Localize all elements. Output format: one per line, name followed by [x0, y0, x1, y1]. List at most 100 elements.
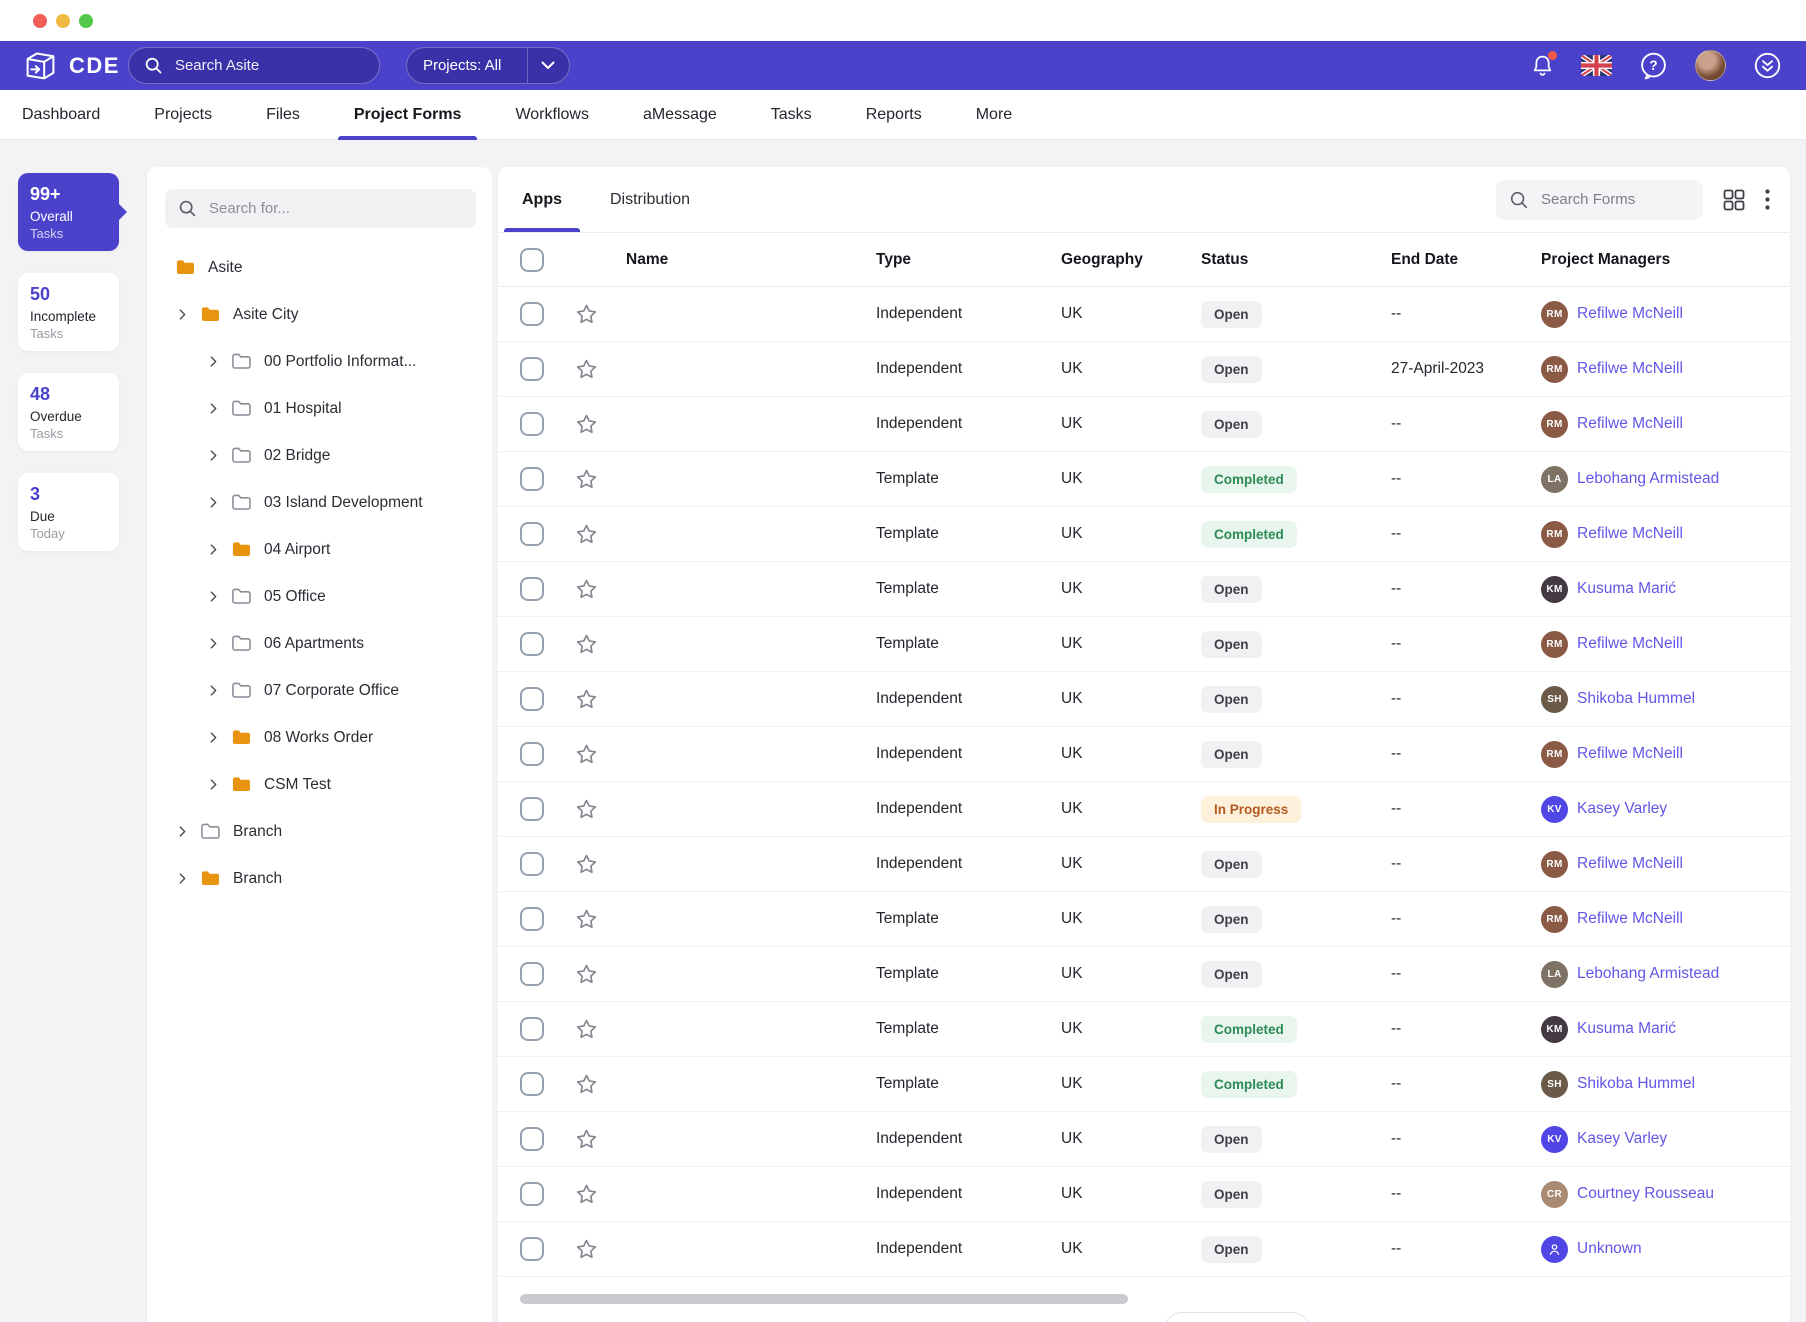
task-stat-overdue-tasks[interactable]: 48 Overdue Tasks — [18, 373, 119, 451]
double-chevron-down-icon[interactable] — [1753, 51, 1782, 80]
nav-tab-project-forms[interactable]: Project Forms — [337, 90, 478, 140]
project-manager-link[interactable]: Refilwe McNeill — [1577, 635, 1683, 653]
kebab-menu-icon[interactable] — [1765, 189, 1770, 210]
task-stat-overall-tasks[interactable]: 99+ Overall Tasks — [18, 173, 127, 251]
tree-item-05-office[interactable]: 05 Office — [165, 573, 476, 620]
tree-item-02-bridge[interactable]: 02 Bridge — [165, 432, 476, 479]
star-icon[interactable] — [574, 1072, 626, 1097]
star-icon[interactable] — [574, 632, 626, 657]
global-search[interactable] — [127, 47, 380, 84]
tab-apps[interactable]: Apps — [504, 167, 580, 232]
project-manager-link[interactable]: Refilwe McNeill — [1577, 910, 1683, 928]
chevron-right-icon[interactable] — [176, 308, 189, 321]
language-flag-uk-icon[interactable] — [1581, 55, 1612, 76]
pagination-pill[interactable] — [1164, 1312, 1310, 1322]
project-manager-link[interactable]: Refilwe McNeill — [1577, 360, 1683, 378]
project-manager-link[interactable]: Courtney Rousseau — [1577, 1185, 1714, 1203]
chevron-right-icon[interactable] — [207, 637, 220, 650]
nav-tab-projects[interactable]: Projects — [138, 90, 228, 139]
star-icon[interactable] — [574, 797, 626, 822]
projects-filter-dropdown[interactable]: Projects: All — [405, 47, 570, 84]
chevron-right-icon[interactable] — [176, 825, 189, 838]
row-checkbox[interactable] — [520, 1237, 544, 1261]
nav-tab-more[interactable]: More — [960, 90, 1028, 139]
task-stat-incomplete-tasks[interactable]: 50 Incomplete Tasks — [18, 273, 119, 351]
star-icon[interactable] — [574, 1127, 626, 1152]
horizontal-scrollbar[interactable] — [504, 1294, 1784, 1304]
row-checkbox[interactable] — [520, 522, 544, 546]
star-icon[interactable] — [574, 1182, 626, 1207]
notifications-bell-icon[interactable] — [1531, 50, 1557, 79]
chevron-right-icon[interactable] — [207, 449, 220, 462]
tree-item-asite[interactable]: Asite — [165, 244, 476, 291]
nav-tab-tasks[interactable]: Tasks — [755, 90, 828, 139]
star-icon[interactable] — [574, 522, 626, 547]
select-all-checkbox[interactable] — [520, 247, 544, 272]
task-stat-due-today[interactable]: 3 Due Today — [18, 473, 119, 551]
row-checkbox[interactable] — [520, 1127, 544, 1151]
project-manager-link[interactable]: Unknown — [1577, 1240, 1642, 1258]
tree-item-branch[interactable]: Branch — [165, 808, 476, 855]
star-icon[interactable] — [574, 412, 626, 437]
project-manager-link[interactable]: Lebohang Armistead — [1577, 965, 1719, 983]
help-icon[interactable]: ? — [1639, 51, 1668, 80]
project-manager-link[interactable]: Lebohang Armistead — [1577, 470, 1719, 488]
star-icon[interactable] — [574, 302, 626, 327]
nav-tab-workflows[interactable]: Workflows — [499, 90, 605, 139]
row-checkbox[interactable] — [520, 467, 544, 491]
row-checkbox[interactable] — [520, 797, 544, 821]
nav-tab-files[interactable]: Files — [250, 90, 316, 139]
tree-item-07-corporate-office[interactable]: 07 Corporate Office — [165, 667, 476, 714]
grid-view-icon[interactable] — [1723, 189, 1745, 211]
project-manager-link[interactable]: Shikoba Hummel — [1577, 1075, 1695, 1093]
project-manager-link[interactable]: Refilwe McNeill — [1577, 305, 1683, 323]
user-avatar[interactable] — [1695, 50, 1726, 81]
project-manager-link[interactable]: Kasey Varley — [1577, 800, 1667, 818]
star-icon[interactable] — [574, 687, 626, 712]
tab-distribution[interactable]: Distribution — [606, 167, 694, 232]
chevron-down-icon[interactable] — [526, 48, 569, 83]
star-icon[interactable] — [574, 357, 626, 382]
row-checkbox[interactable] — [520, 632, 544, 656]
project-manager-link[interactable]: Refilwe McNeill — [1577, 415, 1683, 433]
app-logo[interactable]: CDE — [22, 48, 120, 83]
star-icon[interactable] — [574, 1017, 626, 1042]
star-icon[interactable] — [574, 467, 626, 492]
tree-item-csm-test[interactable]: CSM Test — [165, 761, 476, 808]
chevron-right-icon[interactable] — [176, 872, 189, 885]
star-icon[interactable] — [574, 1237, 626, 1262]
project-manager-link[interactable]: Kusuma Marić — [1577, 1020, 1676, 1038]
star-icon[interactable] — [574, 852, 626, 877]
chevron-right-icon[interactable] — [207, 355, 220, 368]
chevron-right-icon[interactable] — [207, 402, 220, 415]
tree-item-06-apartments[interactable]: 06 Apartments — [165, 620, 476, 667]
chevron-right-icon[interactable] — [207, 590, 220, 603]
nav-tab-dashboard[interactable]: Dashboard — [6, 90, 116, 139]
star-icon[interactable] — [574, 907, 626, 932]
row-checkbox[interactable] — [520, 907, 544, 931]
tree-item-branch[interactable]: Branch — [165, 855, 476, 902]
project-manager-link[interactable]: Kasey Varley — [1577, 1130, 1667, 1148]
row-checkbox[interactable] — [520, 1182, 544, 1206]
window-zoom-button[interactable] — [79, 13, 93, 28]
chevron-right-icon[interactable] — [207, 731, 220, 744]
star-icon[interactable] — [574, 742, 626, 767]
chevron-right-icon[interactable] — [207, 496, 220, 509]
row-checkbox[interactable] — [520, 687, 544, 711]
row-checkbox[interactable] — [520, 962, 544, 986]
tree-item-03-island-development[interactable]: 03 Island Development — [165, 479, 476, 526]
scrollbar-thumb[interactable] — [520, 1294, 1128, 1304]
row-checkbox[interactable] — [520, 302, 544, 326]
forms-search[interactable] — [1496, 179, 1703, 220]
row-checkbox[interactable] — [520, 412, 544, 436]
row-checkbox[interactable] — [520, 852, 544, 876]
chevron-right-icon[interactable] — [207, 543, 220, 556]
row-checkbox[interactable] — [520, 577, 544, 601]
chevron-right-icon[interactable] — [207, 778, 220, 791]
row-checkbox[interactable] — [520, 1017, 544, 1041]
nav-tab-amessage[interactable]: aMessage — [627, 90, 733, 139]
star-icon[interactable] — [574, 962, 626, 987]
nav-tab-reports[interactable]: Reports — [850, 90, 938, 139]
forms-search-input[interactable] — [1539, 190, 1679, 209]
project-manager-link[interactable]: Refilwe McNeill — [1577, 745, 1683, 763]
